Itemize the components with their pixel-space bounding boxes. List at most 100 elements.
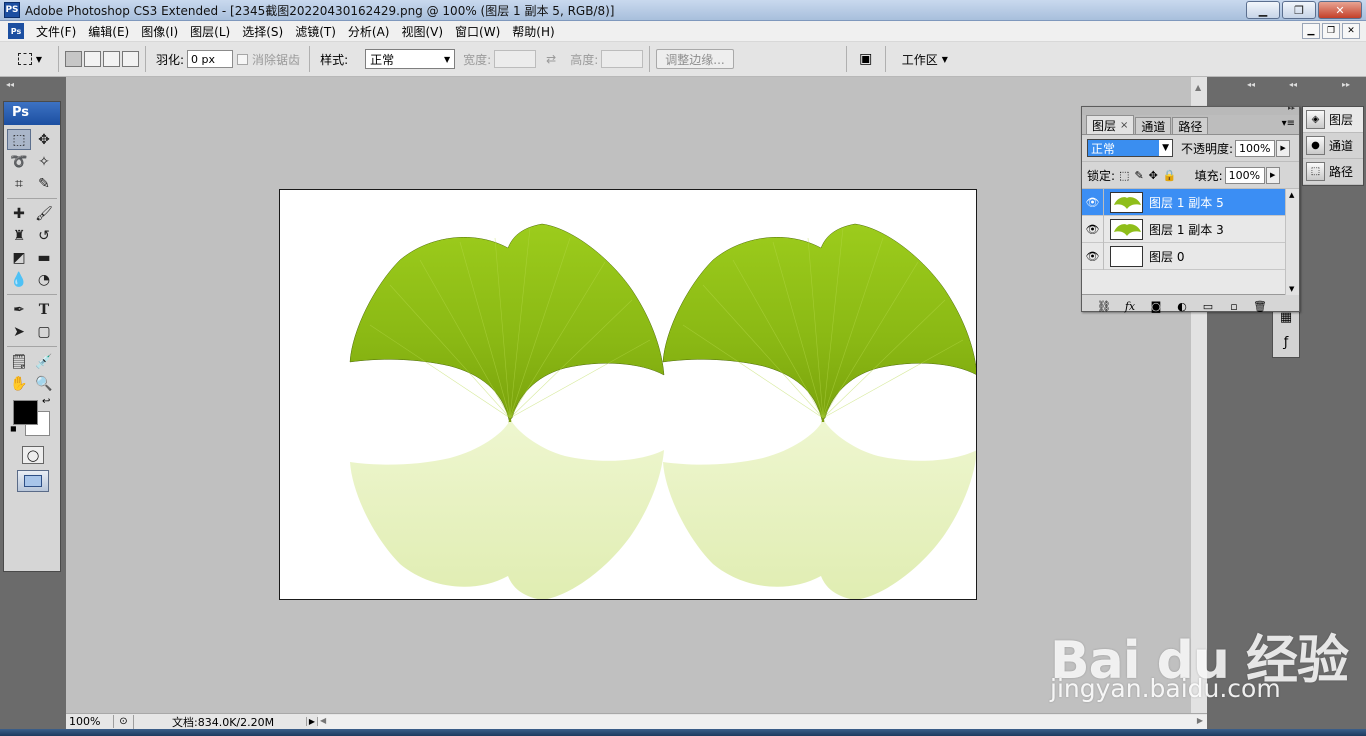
- menu-select[interactable]: 选择(S): [236, 23, 289, 40]
- link-layers-icon[interactable]: ⛓: [1096, 300, 1112, 313]
- new-selection-button[interactable]: [65, 51, 82, 67]
- zoom-level[interactable]: 100%: [66, 715, 114, 728]
- doc-close-button[interactable]: ✕: [1342, 23, 1360, 39]
- slice-tool-icon[interactable]: ✎: [32, 173, 56, 194]
- zoom-tool-icon[interactable]: 🔍: [32, 373, 56, 394]
- eye-visibility-icon[interactable]: 👁: [1082, 215, 1104, 243]
- antialias-checkbox[interactable]: [237, 53, 249, 65]
- menu-analysis[interactable]: 分析(A): [342, 23, 396, 40]
- crop-tool-icon[interactable]: ⌗: [7, 173, 31, 194]
- styles-fx-icon[interactable]: ƒ: [1275, 331, 1297, 353]
- close-icon[interactable]: ×: [1120, 120, 1128, 131]
- expand-arrows-icon[interactable]: ▸▸: [1342, 80, 1350, 89]
- width-input[interactable]: [494, 50, 537, 68]
- horizontal-scrollbar[interactable]: ◀ ▶: [318, 714, 1207, 729]
- panel-grip[interactable]: ▸▸: [1082, 104, 1299, 115]
- blur-tool-icon[interactable]: 💧: [7, 269, 31, 290]
- eye-visibility-icon[interactable]: 👁: [1082, 188, 1104, 216]
- opacity-input[interactable]: 100%: [1235, 139, 1276, 157]
- menu-edit[interactable]: 编辑(E): [82, 23, 135, 40]
- marquee-tool-icon[interactable]: ⬚: [7, 129, 31, 150]
- healing-brush-tool-icon[interactable]: ✚: [7, 203, 31, 224]
- pen-tool-icon[interactable]: ✒: [7, 299, 31, 320]
- feather-input[interactable]: 0 px: [187, 50, 234, 68]
- swap-dimensions-icon[interactable]: ⇄: [546, 52, 556, 66]
- collapse-arrows-icon[interactable]: ◂◂: [1247, 80, 1255, 89]
- path-selection-tool-icon[interactable]: ➤: [7, 321, 31, 342]
- dock-tab-paths[interactable]: ⬚ 路径: [1303, 159, 1363, 185]
- tool-preset-picker[interactable]: ▼: [8, 47, 52, 71]
- layer-style-fx-icon[interactable]: fx: [1122, 300, 1138, 313]
- menu-image[interactable]: 图像(I): [135, 23, 184, 40]
- new-layer-icon[interactable]: ▫: [1226, 300, 1242, 313]
- maximize-button[interactable]: ❐: [1282, 1, 1316, 19]
- add-to-selection-button[interactable]: [84, 51, 101, 67]
- menu-filter[interactable]: 滤镜(T): [289, 23, 342, 40]
- default-colors-icon[interactable]: ◼: [10, 424, 17, 433]
- clone-stamp-tool-icon[interactable]: ♜: [7, 225, 31, 246]
- type-tool-icon[interactable]: T: [32, 299, 56, 320]
- tab-channels[interactable]: 通道: [1135, 117, 1172, 134]
- refine-edge-button[interactable]: 调整边缘...: [656, 49, 734, 69]
- layer-row[interactable]: 👁 图层 1 副本 5: [1082, 188, 1299, 216]
- expand-arrows-icon[interactable]: ▸▸: [1288, 104, 1295, 112]
- height-input[interactable]: [601, 50, 644, 68]
- hand-tool-icon[interactable]: ✋: [7, 373, 31, 394]
- layer-row[interactable]: 👁 图层 0: [1082, 242, 1299, 270]
- status-menu-arrow-icon[interactable]: ▶: [306, 717, 318, 726]
- doc-restore-button[interactable]: ❐: [1322, 23, 1340, 39]
- fill-slider-arrow-icon[interactable]: ▶: [1265, 166, 1280, 184]
- collapse-arrows-icon[interactable]: ◂◂: [6, 80, 14, 89]
- history-brush-tool-icon[interactable]: ↺: [32, 225, 56, 246]
- style-select[interactable]: 正常 ▼: [365, 49, 456, 69]
- subtract-from-selection-button[interactable]: [103, 51, 120, 67]
- eyedropper-tool-icon[interactable]: 💉: [32, 351, 56, 372]
- dodge-tool-icon[interactable]: ◔: [32, 269, 56, 290]
- screen-mode-button[interactable]: [17, 470, 49, 492]
- blend-mode-select[interactable]: 正常 ▼: [1087, 139, 1173, 157]
- menu-window[interactable]: 窗口(W): [449, 23, 506, 40]
- lasso-tool-icon[interactable]: ➰: [7, 151, 31, 172]
- status-options-icon[interactable]: ⊙: [114, 714, 134, 729]
- intersect-selection-button[interactable]: [122, 51, 139, 67]
- menu-view[interactable]: 视图(V): [395, 23, 449, 40]
- panel-menu-icon[interactable]: ▾≡: [1282, 118, 1295, 129]
- workspace-menu[interactable]: 工作区 ▼: [902, 51, 948, 68]
- lock-all-icon[interactable]: 🔒: [1163, 169, 1177, 182]
- delete-layer-icon[interactable]: 🗑: [1252, 300, 1268, 313]
- new-group-icon[interactable]: ▭: [1200, 300, 1216, 313]
- foreground-color-swatch[interactable]: [13, 400, 38, 425]
- dock-tab-channels[interactable]: ● 通道: [1303, 133, 1363, 159]
- brush-tool-icon[interactable]: 🖌: [32, 203, 56, 224]
- gradient-tool-icon[interactable]: ▬: [32, 247, 56, 268]
- opacity-slider-arrow-icon[interactable]: ▶: [1276, 139, 1291, 157]
- magic-wand-tool-icon[interactable]: ✧: [32, 151, 56, 172]
- dock-tab-layers[interactable]: ◈ 图层: [1303, 107, 1363, 133]
- swap-colors-icon[interactable]: ↩: [42, 396, 50, 407]
- document-icon[interactable]: Ps: [8, 23, 24, 39]
- quick-mask-button[interactable]: ◯: [22, 446, 44, 464]
- notes-tool-icon[interactable]: 🗒: [7, 351, 31, 372]
- lock-position-icon[interactable]: ✥: [1149, 169, 1158, 182]
- bridge-icon[interactable]: ▣: [853, 48, 879, 70]
- tab-layers[interactable]: 图层 ×: [1086, 115, 1135, 134]
- fill-input[interactable]: 100%: [1224, 166, 1265, 184]
- eye-visibility-icon[interactable]: 👁: [1082, 242, 1104, 270]
- tab-paths[interactable]: 路径: [1172, 117, 1209, 134]
- minimize-button[interactable]: ▁: [1246, 1, 1280, 19]
- eraser-tool-icon[interactable]: ◩: [7, 247, 31, 268]
- doc-minimize-button[interactable]: ▁: [1302, 23, 1320, 39]
- shape-tool-icon[interactable]: ▢: [32, 321, 56, 342]
- collapse-arrows-icon[interactable]: ◂◂: [1289, 80, 1297, 89]
- layer-list-scrollbar[interactable]: ▲ ▼: [1285, 189, 1299, 295]
- lock-transparency-icon[interactable]: ⬚: [1119, 169, 1129, 182]
- menu-layer[interactable]: 图层(L): [184, 23, 236, 40]
- menu-file[interactable]: 文件(F): [30, 23, 82, 40]
- layer-row[interactable]: 👁 图层 1 副本 3: [1082, 215, 1299, 243]
- lock-pixels-icon[interactable]: ✎: [1134, 169, 1143, 182]
- menu-help[interactable]: 帮助(H): [506, 23, 560, 40]
- add-mask-icon[interactable]: ◙: [1148, 300, 1164, 313]
- close-button[interactable]: ✕: [1318, 1, 1362, 19]
- adjustment-layer-icon[interactable]: ◐: [1174, 300, 1190, 313]
- image-canvas[interactable]: [279, 189, 977, 600]
